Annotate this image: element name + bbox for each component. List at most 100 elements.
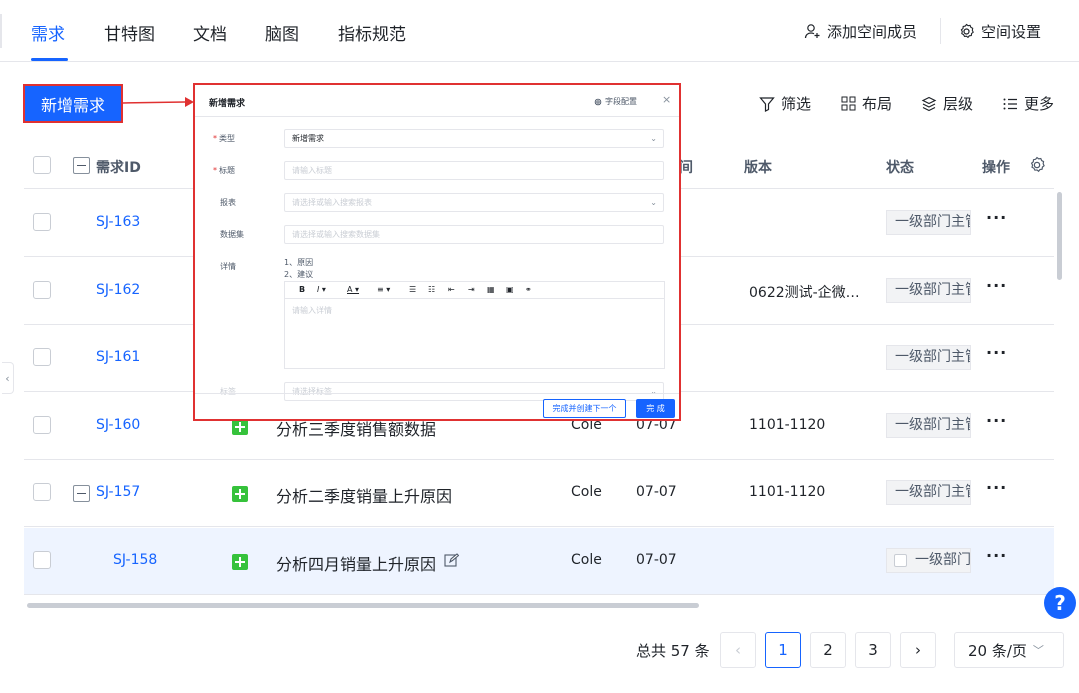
horizontal-scroll-thumb[interactable] [27,603,699,608]
chevron-left-icon: ‹ [735,641,741,659]
tab-gantt[interactable]: 甘特图 [104,20,155,45]
collapse-all-toggle[interactable] [73,157,90,174]
more-menu-button[interactable]: 更多 [1002,93,1054,114]
add-user-icon [804,24,820,39]
requirement-id-link[interactable]: SJ-161 [96,349,140,365]
detail-rich-editor[interactable]: B I ▾ A ▾ ≡ ▾ ☰ ☷ ⇤ ⇥ ▦ ▣ ⚭ 请输入详情 [284,281,665,369]
filter-button[interactable]: 筛选 [759,93,811,114]
row-collapse-toggle[interactable] [73,485,90,502]
image-icon[interactable]: ▣ [506,285,514,294]
tab-mindmap[interactable]: 脑图 [265,20,299,45]
row-checkbox[interactable] [33,348,51,366]
italic-icon[interactable]: I ▾ [317,285,326,294]
tab-docs[interactable]: 文档 [193,20,227,45]
help-button[interactable]: ? [1044,587,1076,619]
list-icon [1003,98,1017,109]
edit-icon[interactable] [444,553,459,568]
indent-icon[interactable]: ⇤ [448,285,455,294]
filter-label: 筛选 [781,95,812,113]
requirement-id-link[interactable]: SJ-160 [96,417,140,433]
select-all-checkbox[interactable] [33,156,51,174]
status-badge[interactable]: 一级部门主管 [886,345,971,370]
add-member-button[interactable]: 添加空间成员 [804,21,917,42]
create-next-button[interactable]: 完成并创建下一个 [543,399,626,418]
page-3-button[interactable]: 3 [855,632,891,668]
column-settings-icon[interactable] [1028,156,1046,174]
row-more-button[interactable]: ··· [986,208,1007,227]
column-header-version[interactable]: 版本 [744,157,772,177]
layers-icon [921,96,937,111]
field-config-label: 字段配置 [605,97,637,106]
report-select[interactable]: 请选择或输入搜索报表 ⌄ [284,193,664,212]
status-badge[interactable]: 一级部门主管 [886,210,971,235]
row-more-button[interactable]: ··· [986,478,1007,497]
row-checkbox[interactable] [33,483,51,501]
next-page-button[interactable]: › [900,632,936,668]
type-new-icon [232,419,248,435]
table-icon[interactable]: ▦ [487,285,495,294]
column-header-id[interactable]: 需求ID [96,157,141,177]
column-header-action: 操作 [982,160,1010,176]
row-more-button[interactable]: ··· [986,546,1007,565]
status-badge[interactable]: 一级部门主管 [886,413,971,438]
row-checkbox[interactable] [33,416,51,434]
close-icon[interactable]: × [662,93,671,106]
level-label: 层级 [943,95,974,113]
space-settings-button[interactable]: 空间设置 [958,21,1041,42]
status-badge[interactable]: 一级部门主管 [886,480,971,505]
tab-requirements[interactable]: 需求 [31,20,65,45]
version-cell: 1101-1120 [749,484,826,500]
horizontal-scrollbar[interactable] [24,603,1054,609]
page-2-button[interactable]: 2 [810,632,846,668]
status-select[interactable]: 一级部门主 [886,548,971,573]
status-label: 一级部门主 [915,552,971,568]
done-button[interactable]: 完 成 [636,399,675,418]
font-color-icon[interactable]: A ▾ [347,285,359,294]
row-checkbox[interactable] [33,213,51,231]
tab-metrics-spec[interactable]: 指标规范 [338,20,406,45]
bold-icon[interactable]: B [299,285,305,294]
requirement-id-link[interactable]: SJ-162 [96,282,140,298]
column-header-status[interactable]: 状态 [886,157,914,177]
dataset-select[interactable]: 请选择或输入搜索数据集 [284,225,664,244]
title-input[interactable]: 请输入标题 [284,161,664,180]
requirement-title[interactable]: 分析四月销量上升原因 [276,551,436,575]
page-1-button[interactable]: 1 [765,632,801,668]
report-label: 报表 [220,198,236,207]
row-more-button[interactable]: ··· [986,276,1007,295]
requirement-title[interactable]: 分析二季度销量上升原因 [276,483,452,507]
level-button[interactable]: 层级 [921,93,973,114]
page-size-value: 20 条/页 [968,641,1027,660]
prev-page-button[interactable]: ‹ [720,632,756,668]
row-checkbox[interactable] [33,281,51,299]
status-badge[interactable]: 一级部门主管 [886,278,971,303]
align-icon[interactable]: ≡ ▾ [377,285,390,294]
table-row[interactable]: SJ-158 分析四月销量上升原因 Cole 07-07 一级部门主 ··· [24,528,1054,595]
layout-button[interactable]: 布局 [841,93,892,114]
page-size-select[interactable]: 20 条/页 ﹀ [954,632,1064,668]
vertical-scroll-thumb[interactable] [1057,192,1062,280]
editor-toolbar: B I ▾ A ▾ ≡ ▾ ☰ ☷ ⇤ ⇥ ▦ ▣ ⚭ [285,282,664,299]
ordered-list-icon[interactable]: ☷ [428,285,435,294]
table-row[interactable]: SJ-157 分析二季度销量上升原因 Cole 07-07 1101-1120 … [24,460,1054,527]
row-checkbox[interactable] [33,551,51,569]
row-more-button[interactable]: ··· [986,411,1007,430]
link-icon[interactable]: ⚭ [525,285,532,294]
chevron-down-icon: ⌄ [650,134,657,143]
nav-edge [0,14,2,48]
requirement-id-link[interactable]: SJ-158 [113,552,157,568]
status-checkbox[interactable] [894,554,907,567]
row-more-button[interactable]: ··· [986,343,1007,362]
bullet-list-icon[interactable]: ☰ [409,285,416,294]
chevron-right-icon: › [915,641,921,659]
sidebar-expand-handle[interactable]: ‹ [2,362,14,394]
divider [195,116,679,117]
new-requirement-button[interactable]: 新增需求 [23,84,123,123]
requirement-id-link[interactable]: SJ-163 [96,214,140,230]
detail-prefill-1: 1、原因 [284,258,314,267]
type-select[interactable]: 新增需求 ⌄ [284,129,664,148]
field-config-button[interactable]: 字段配置 [594,96,637,107]
column-header-time[interactable]: 间 [679,157,693,177]
requirement-id-link[interactable]: SJ-157 [96,484,140,500]
outdent-icon[interactable]: ⇥ [468,285,475,294]
